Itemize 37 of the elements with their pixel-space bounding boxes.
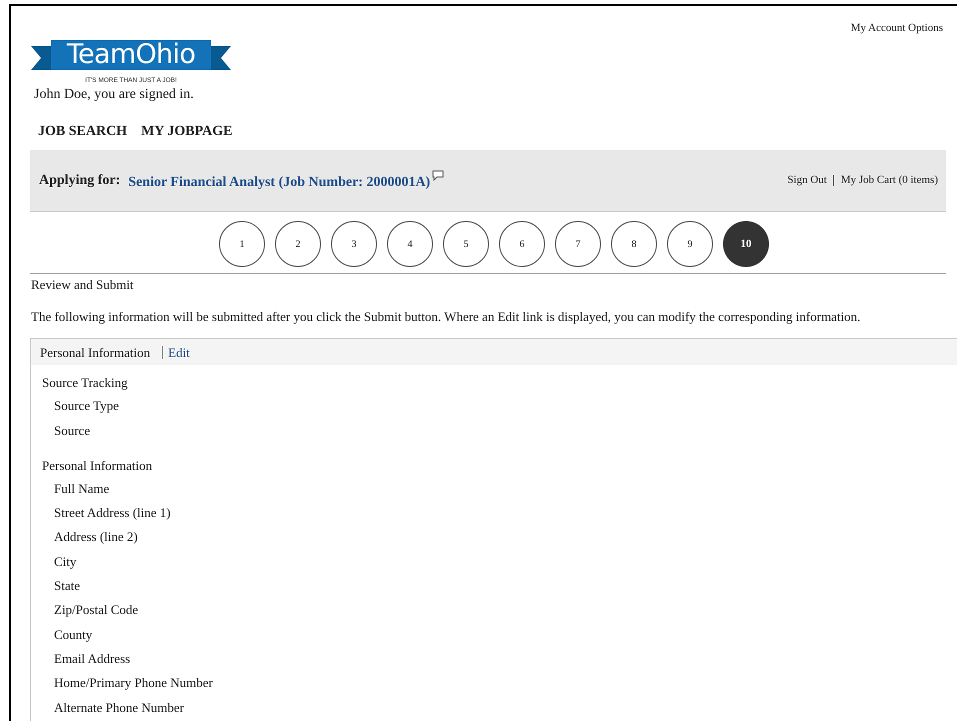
field-label: City (54, 552, 78, 571)
step-button[interactable]: 5 (443, 221, 489, 268)
page-title: Review and Submit (31, 276, 135, 294)
signed-in-text: John Doe, you are signed in. (33, 86, 195, 104)
header-link[interactable]: Sign Out (787, 175, 827, 186)
nav-link[interactable]: JOB SEARCH (38, 121, 128, 142)
step-button[interactable]: 3 (331, 221, 377, 268)
step-button[interactable]: 6 (499, 221, 545, 268)
edit-link[interactable]: Edit (162, 346, 190, 359)
group-heading: Source Tracking (42, 374, 129, 392)
comment-icon[interactable] (432, 170, 444, 182)
field-label: Source Type (54, 397, 120, 416)
field-label: Street Address (line 1) (54, 504, 172, 522)
header-link[interactable]: My Job Cart (0 items) (832, 175, 938, 186)
nav-link[interactable]: MY JOBPAGE (141, 121, 232, 142)
field-label: Zip/Postal Code (54, 601, 140, 620)
field-label: Source (54, 422, 92, 440)
intro-text: The following information will be submitted after you click the Submit button. Where an Edit link is displayed, you can modify the corresponding information. (31, 308, 862, 326)
account-options-link[interactable]: My Account Options (850, 20, 943, 36)
section-title: Personal Information (40, 344, 150, 362)
field-label: Address (line 2) (54, 528, 139, 546)
field-label: Alternate Phone Number (54, 698, 185, 717)
applying-label: Applying for: (39, 172, 120, 190)
field-label: Email Address (54, 650, 132, 668)
step-button[interactable]: 2 (275, 221, 321, 268)
step-button[interactable]: 1 (219, 221, 265, 268)
step-button[interactable]: 10 (723, 221, 769, 268)
field-label: Full Name (54, 480, 110, 498)
field-label: County (54, 626, 94, 644)
field-label: State (54, 577, 81, 596)
step-button[interactable]: 9 (667, 221, 713, 268)
step-button[interactable]: 7 (555, 221, 601, 268)
field-label: Home/Primary Phone Number (54, 674, 214, 692)
job-link[interactable]: Senior Financial Analyst (Job Number: 2000001A) (128, 172, 430, 194)
group-heading: Personal Information (42, 456, 154, 474)
step-button[interactable]: 4 (387, 221, 433, 268)
step-button[interactable]: 8 (611, 221, 657, 268)
